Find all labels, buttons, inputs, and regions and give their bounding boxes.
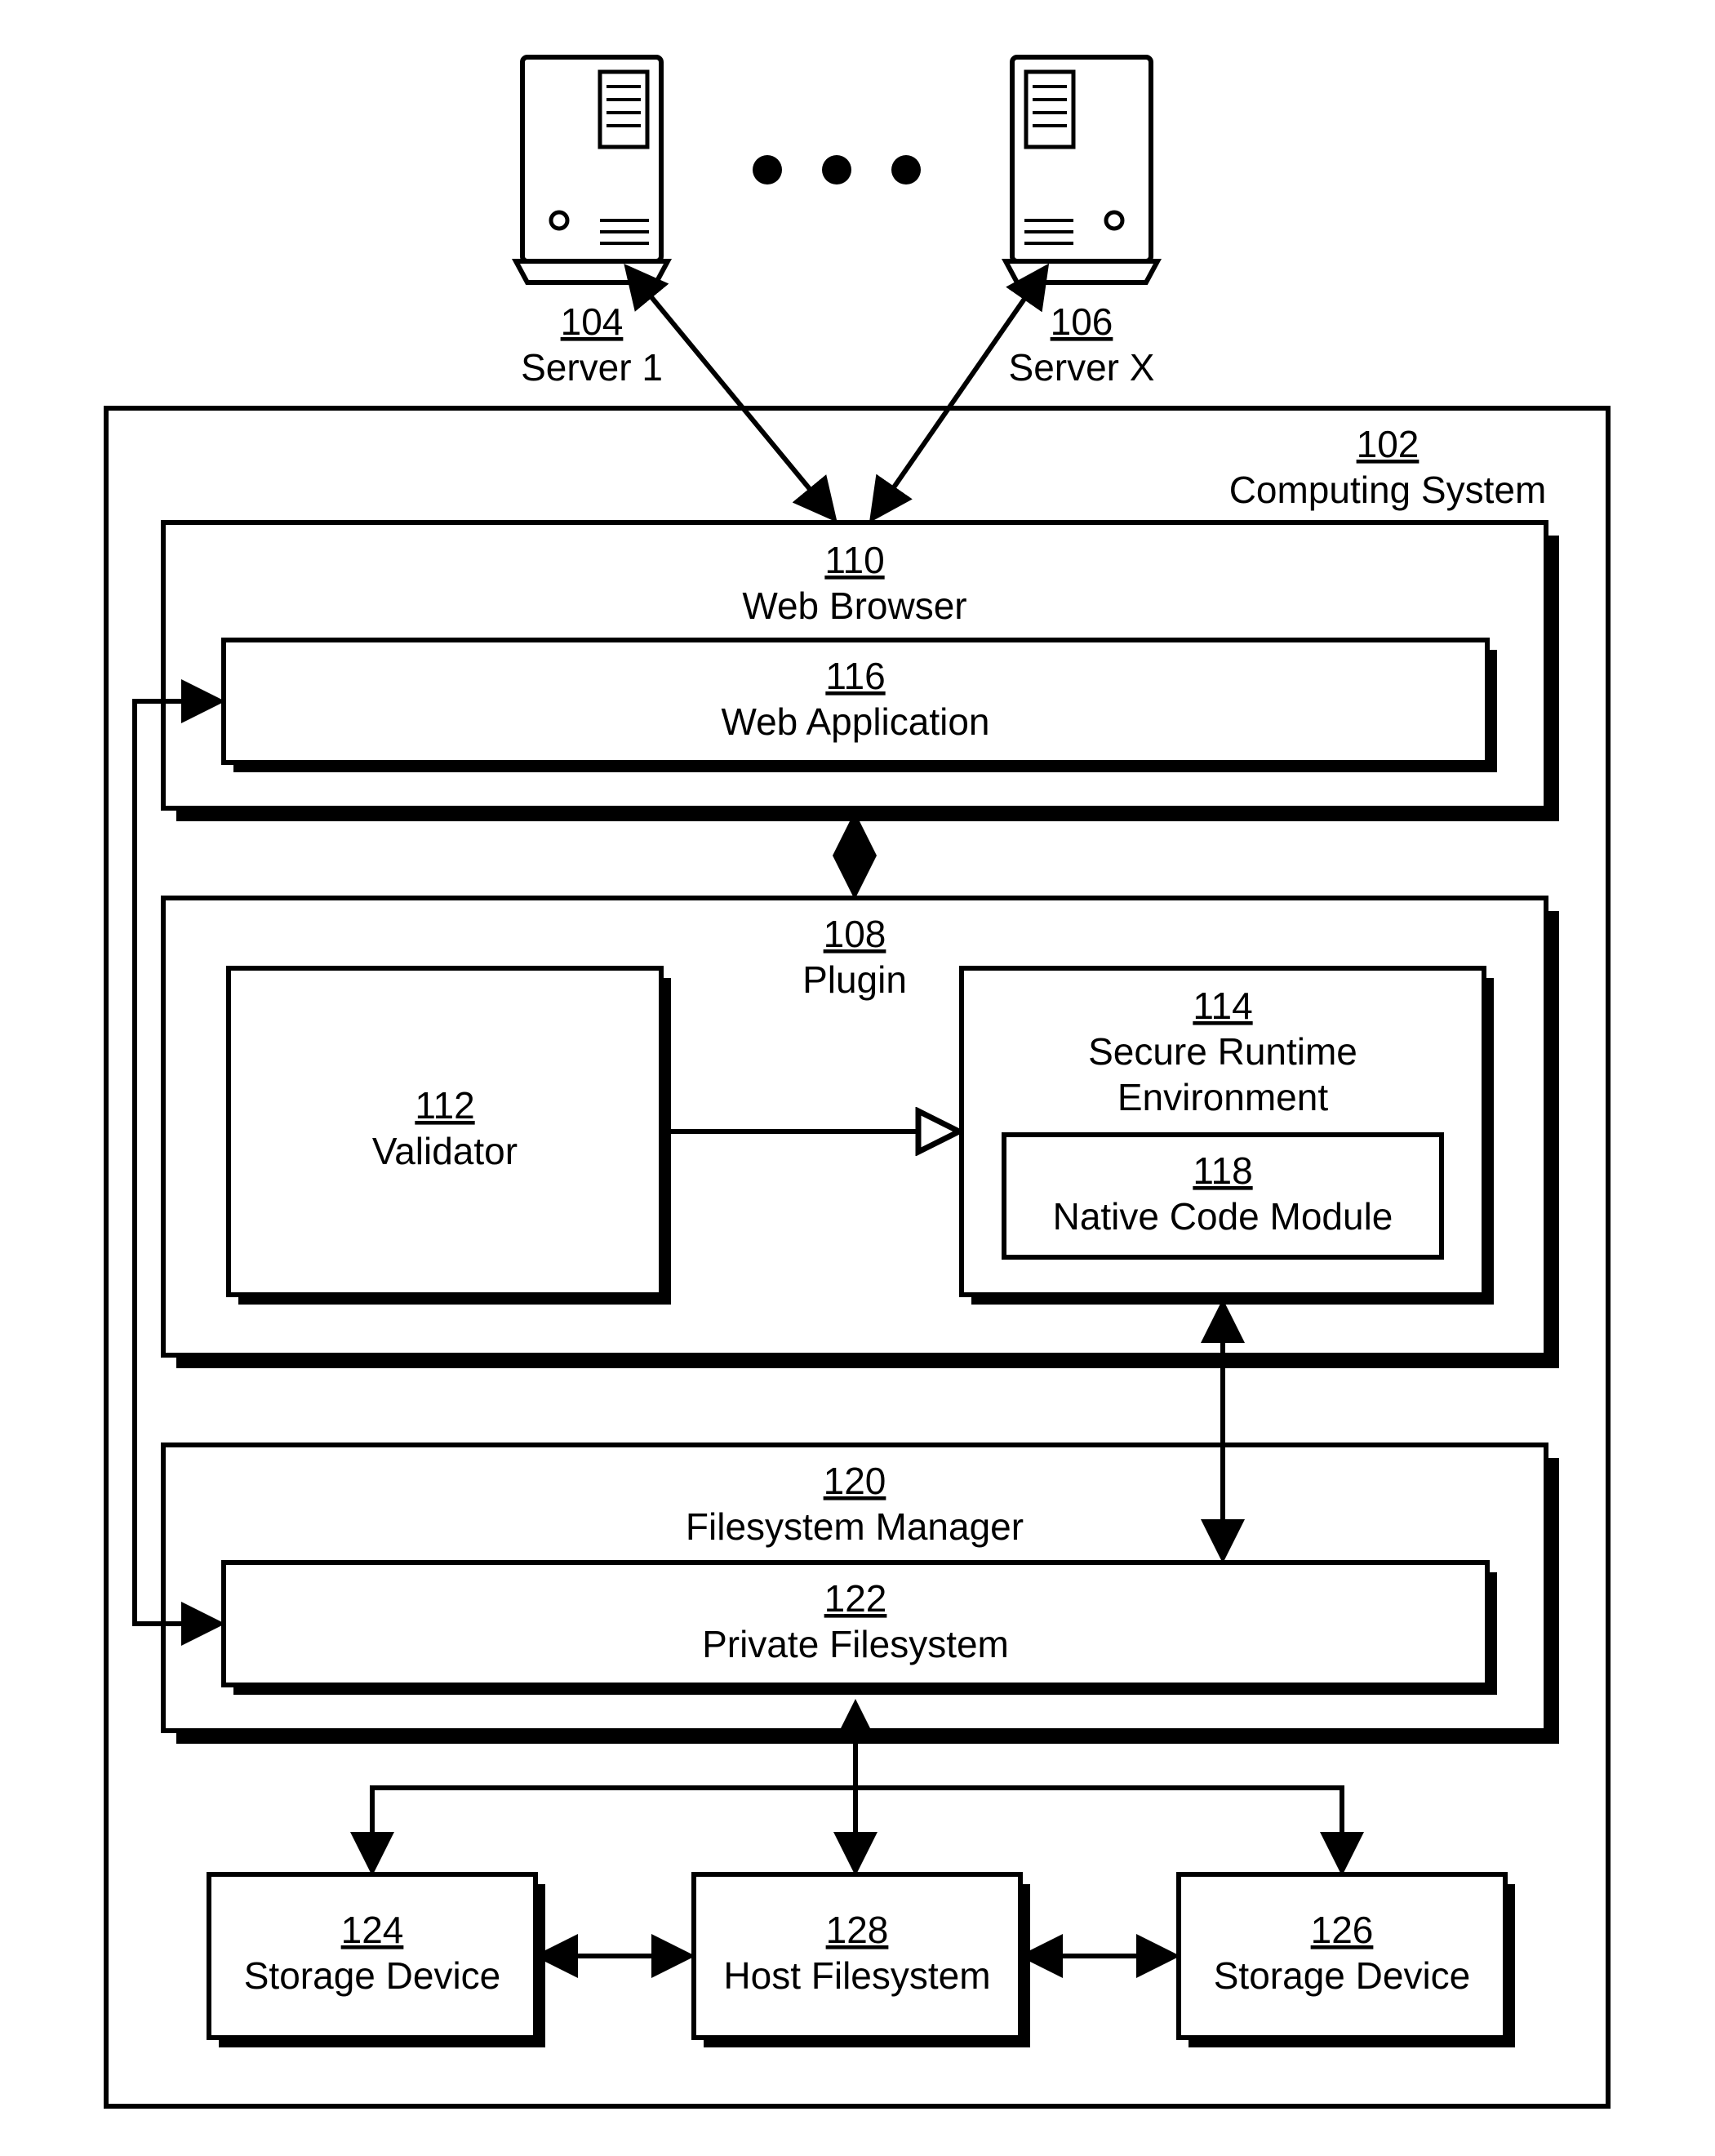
- svg-text:128: 128: [826, 1909, 889, 1951]
- svg-text:122: 122: [824, 1577, 887, 1620]
- computing-system-num: 102: [1357, 423, 1420, 465]
- arrow-privatefs-storageright: [855, 1788, 1342, 1869]
- validator-label: Validator: [372, 1130, 518, 1172]
- svg-text:112: 112: [415, 1084, 474, 1127]
- svg-text:106: 106: [1051, 300, 1113, 343]
- ellipsis-dots: [753, 155, 921, 184]
- host-fs-num: 128: [826, 1909, 889, 1951]
- svg-text:108: 108: [824, 913, 886, 955]
- svg-text:118: 118: [1193, 1149, 1252, 1192]
- svg-text:120: 120: [824, 1460, 886, 1502]
- svg-text:126: 126: [1311, 1909, 1374, 1951]
- svg-text:114: 114: [1193, 985, 1252, 1027]
- filesystem-manager-label: Filesystem Manager: [686, 1505, 1024, 1548]
- storage-right-num: 126: [1311, 1909, 1374, 1951]
- arrow-server1-browser: [629, 269, 833, 517]
- storage-left-label: Storage Device: [244, 1954, 501, 1997]
- native-code-label: Native Code Module: [1053, 1195, 1393, 1238]
- architecture-diagram: 104 Server 1 106 Server X 102 Computing …: [0, 0, 1715, 2156]
- native-code-num: 118: [1193, 1149, 1252, 1192]
- svg-text:104: 104: [561, 300, 624, 343]
- validator-num: 112: [415, 1084, 474, 1127]
- server-x-icon: [1006, 57, 1157, 282]
- plugin-label: Plugin: [802, 958, 907, 1001]
- server-x-num: 106: [1051, 300, 1113, 343]
- secure-runtime-label2: Environment: [1117, 1076, 1328, 1118]
- host-fs-label: Host Filesystem: [723, 1954, 990, 1997]
- plugin-num: 108: [824, 913, 886, 955]
- arrow-serverx-browser: [873, 269, 1045, 517]
- storage-left-num: 124: [341, 1909, 404, 1951]
- server-x-label: Server X: [1009, 346, 1155, 389]
- svg-text:110: 110: [824, 539, 884, 581]
- private-filesystem-label: Private Filesystem: [702, 1623, 1009, 1665]
- web-browser-num: 110: [824, 539, 884, 581]
- web-browser-label: Web Browser: [742, 585, 966, 627]
- svg-text:116: 116: [825, 655, 885, 697]
- svg-text:102: 102: [1357, 423, 1420, 465]
- computing-system-label: Computing System: [1229, 469, 1547, 511]
- server-1-label: Server 1: [521, 346, 663, 389]
- secure-runtime-num: 114: [1193, 985, 1252, 1027]
- server-1-icon: [516, 57, 668, 282]
- private-filesystem-num: 122: [824, 1577, 887, 1620]
- svg-text:124: 124: [341, 1909, 404, 1951]
- server-1-num: 104: [561, 300, 624, 343]
- web-application-label: Web Application: [721, 700, 989, 743]
- web-application-num: 116: [825, 655, 885, 697]
- arrow-privatefs-storageleft: [372, 1788, 855, 1869]
- secure-runtime-label1: Secure Runtime: [1088, 1030, 1357, 1073]
- filesystem-manager-num: 120: [824, 1460, 886, 1502]
- storage-right-label: Storage Device: [1214, 1954, 1471, 1997]
